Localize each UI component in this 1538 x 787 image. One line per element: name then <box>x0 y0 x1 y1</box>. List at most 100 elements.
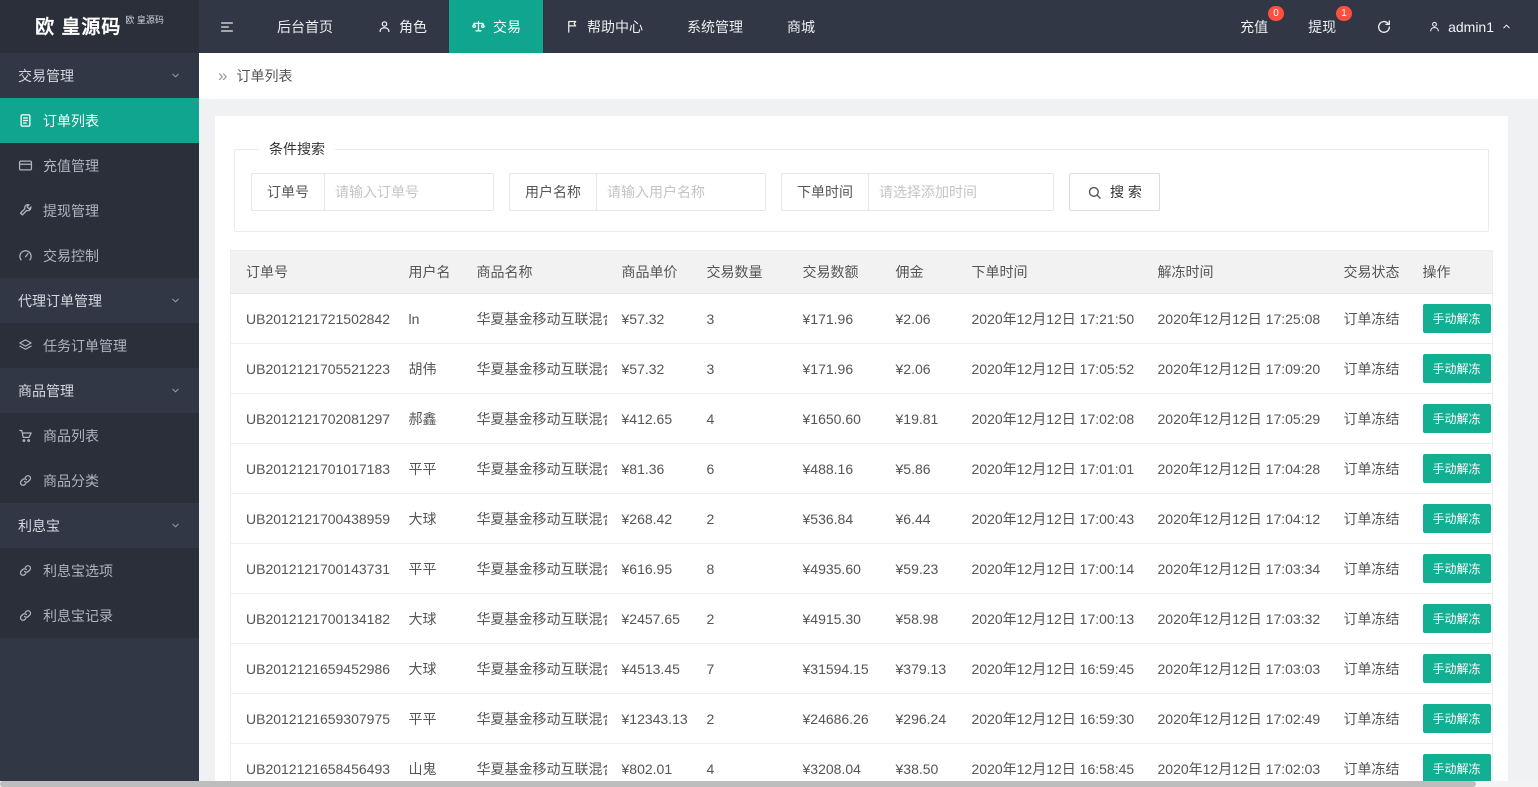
sidebar-item-label: 订单列表 <box>43 112 99 129</box>
cell: ¥31594.15 <box>787 643 881 694</box>
sidebar-item-order-list[interactable]: 订单列表 <box>0 98 199 143</box>
unfreeze-button[interactable]: 手动解冻 <box>1422 404 1491 433</box>
sidebar-toggle-button[interactable] <box>199 0 255 53</box>
sidebar-group-trade-mgmt[interactable]: 交易管理 <box>0 53 199 98</box>
sidebar-item-product-category[interactable]: 商品分类 <box>0 458 199 503</box>
withdraw-button[interactable]: 提现 1 <box>1288 0 1356 53</box>
cell: ¥59.23 <box>880 543 957 594</box>
search-input-order-time[interactable] <box>868 173 1054 211</box>
cell: 7 <box>691 643 788 694</box>
search-field-order-time: 下单时间 <box>781 173 1054 211</box>
unfreeze-button[interactable]: 手动解冻 <box>1422 504 1491 533</box>
cell: 华夏基金移动互联混合 <box>461 343 607 394</box>
cell: 2020年12月12日 16:59:45 <box>956 643 1143 694</box>
sidebar-group-lixibao[interactable]: 利息宝 <box>0 503 199 548</box>
cell: 华夏基金移动互联混合 <box>461 443 607 494</box>
user-menu[interactable]: admin1 <box>1412 0 1538 53</box>
cell-action: 手动解冻 <box>1407 593 1493 644</box>
nav-label: 商城 <box>787 18 815 35</box>
gauge-icon <box>18 248 33 263</box>
sidebar-group-agent-order-mgmt[interactable]: 代理订单管理 <box>0 278 199 323</box>
cell: 订单冻结 <box>1328 343 1408 394</box>
cell: 2020年12月12日 17:03:03 <box>1142 643 1329 694</box>
sidebar-item-recharge-mgmt[interactable]: 充值管理 <box>0 143 199 188</box>
cell: ¥171.96 <box>787 343 881 394</box>
cell: 2020年12月12日 17:00:14 <box>956 543 1143 594</box>
topbar-nav-help[interactable]: 帮助中心 <box>543 0 665 53</box>
chevron-down-icon <box>170 70 181 81</box>
sidebar-item-trade-control[interactable]: 交易控制 <box>0 233 199 278</box>
sidebar-group-label: 代理订单管理 <box>18 292 102 309</box>
cell: ¥4513.45 <box>606 643 692 694</box>
sidebar-item-lixibao-records[interactable]: 利息宝记录 <box>0 593 199 638</box>
column-header: 商品名称 <box>461 250 607 294</box>
column-header: 下单时间 <box>956 250 1143 294</box>
table-row: UB2012121721502842 ln 华夏基金移动互联混合 ¥57.32 3 ¥17… <box>230 293 1493 344</box>
column-header: 交易数额 <box>787 250 881 294</box>
unfreeze-button[interactable]: 手动解冻 <box>1422 554 1491 583</box>
unfreeze-button[interactable]: 手动解冻 <box>1422 354 1491 383</box>
unfreeze-button[interactable]: 手动解冻 <box>1422 454 1491 483</box>
search-input-user-name[interactable] <box>596 173 766 211</box>
search-button-label: 搜 索 <box>1110 184 1142 200</box>
unfreeze-button[interactable]: 手动解冻 <box>1422 604 1491 633</box>
cell: 订单冻结 <box>1328 293 1408 344</box>
sidebar-item-task-order-mgmt[interactable]: 任务订单管理 <box>0 323 199 368</box>
cell: 2020年12月12日 17:02:49 <box>1142 693 1329 744</box>
cell: 郝鑫 <box>393 393 462 444</box>
table-row: UB2012121701017183 平平 华夏基金移动互联混合 ¥81.36 6 ¥48… <box>230 443 1493 494</box>
topbar-nav-mall[interactable]: 商城 <box>765 0 837 53</box>
cart-icon <box>18 428 33 443</box>
sidebar-item-label: 利息宝选项 <box>43 562 113 579</box>
unfreeze-button[interactable]: 手动解冻 <box>1422 304 1491 333</box>
scrollbar-thumb[interactable] <box>0 781 1477 787</box>
unfreeze-button[interactable]: 手动解冻 <box>1422 654 1491 683</box>
sidebar-item-label: 商品分类 <box>43 472 99 489</box>
unfreeze-button[interactable]: 手动解冻 <box>1422 754 1491 783</box>
cell: 2020年12月12日 17:00:43 <box>956 493 1143 544</box>
table-row: UB2012121705521223 胡伟 华夏基金移动互联混合 ¥57.32 3 ¥17… <box>230 343 1493 394</box>
cell: 2020年12月12日 17:03:34 <box>1142 543 1329 594</box>
layers-icon <box>18 338 33 353</box>
cell: 2020年12月12日 17:25:08 <box>1142 293 1329 344</box>
topbar-nav-home[interactable]: 后台首页 <box>255 0 355 53</box>
cell-action: 手动解冻 <box>1407 443 1493 494</box>
wrench-icon <box>18 203 33 218</box>
cell: 胡伟 <box>393 343 462 394</box>
sidebar-item-product-list[interactable]: 商品列表 <box>0 413 199 458</box>
cell: UB2012121700143731 <box>230 543 394 594</box>
sidebar-item-label: 充值管理 <box>43 157 99 174</box>
chevron-down-icon <box>170 295 181 306</box>
cell-action: 手动解冻 <box>1407 493 1493 544</box>
cell: 平平 <box>393 693 462 744</box>
refresh-button[interactable] <box>1356 0 1412 53</box>
sidebar-group-product-mgmt[interactable]: 商品管理 <box>0 368 199 413</box>
topbar-right: 充值 0 提现 1 admin1 <box>1220 0 1538 53</box>
nav-label: 角色 <box>399 18 427 35</box>
cell: 6 <box>691 443 788 494</box>
sidebar-group-label: 交易管理 <box>18 67 74 84</box>
topbar-nav-trade[interactable]: 交易 <box>449 0 543 53</box>
recharge-button[interactable]: 充值 0 <box>1220 0 1288 53</box>
cell: 8 <box>691 543 788 594</box>
topbar-nav-roles[interactable]: 角色 <box>355 0 449 53</box>
search-label-order-time: 下单时间 <box>781 173 869 211</box>
cell: ¥2.06 <box>880 293 957 344</box>
sidebar-item-lixibao-options[interactable]: 利息宝选项 <box>0 548 199 593</box>
cell-action: 手动解冻 <box>1407 543 1493 594</box>
withdraw-badge: 1 <box>1336 6 1353 21</box>
search-button[interactable]: 搜 索 <box>1069 173 1160 211</box>
topbar-nav-system[interactable]: 系统管理 <box>665 0 765 53</box>
unfreeze-button[interactable]: 手动解冻 <box>1422 704 1491 733</box>
search-row: 订单号 用户名称 下单时间 搜 索 <box>251 173 1472 211</box>
search-label-order-no: 订单号 <box>251 173 325 211</box>
cell: 华夏基金移动互联混合 <box>461 543 607 594</box>
horizontal-scrollbar[interactable] <box>0 781 1538 787</box>
cell: ¥268.42 <box>606 493 692 544</box>
sidebar-item-withdraw-mgmt[interactable]: 提现管理 <box>0 188 199 233</box>
table-body: UB2012121721502842 ln 华夏基金移动互联混合 ¥57.32 3 ¥17… <box>230 293 1493 787</box>
cell-action: 手动解冻 <box>1407 693 1493 744</box>
search-input-order-no[interactable] <box>324 173 494 211</box>
breadcrumb: » 订单列表 <box>199 53 1538 100</box>
cell: 订单冻结 <box>1328 543 1408 594</box>
